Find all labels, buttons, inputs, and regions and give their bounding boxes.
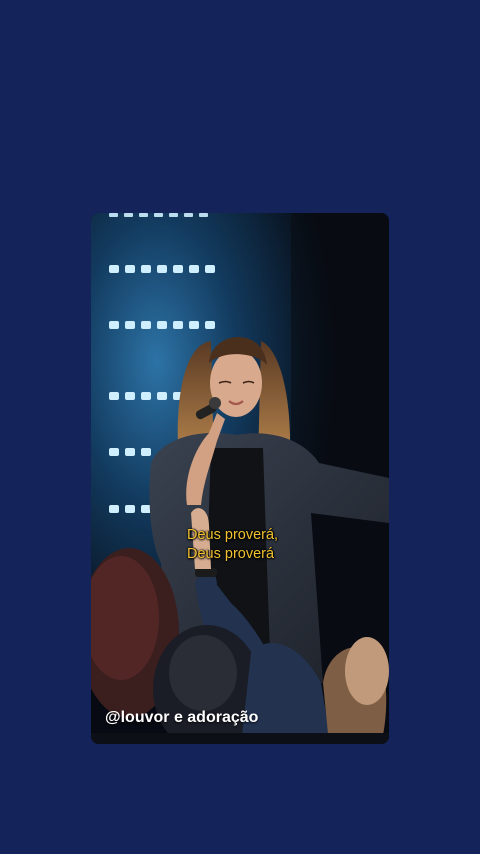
lyrics-line-1: Deus proverá, bbox=[187, 527, 279, 543]
account-handle-watermark: @louvor e adoração bbox=[105, 709, 259, 726]
lyrics-caption: Deus proverá, Deus proverá bbox=[187, 526, 307, 564]
worship-singer-video-frame bbox=[91, 213, 389, 744]
story-page: Deus proverá, Deus proverá @louvor e ado… bbox=[0, 0, 480, 854]
lyrics-line-2: Deus proverá bbox=[187, 546, 275, 562]
video-player[interactable]: Deus proverá, Deus proverá @louvor e ado… bbox=[91, 213, 389, 744]
